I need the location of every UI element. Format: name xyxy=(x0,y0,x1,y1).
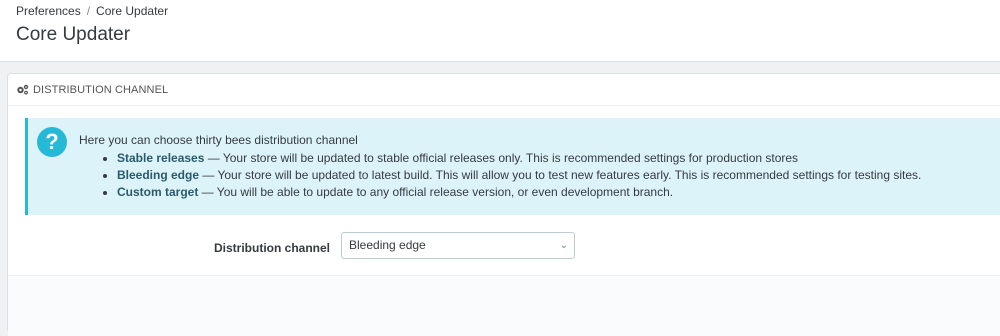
list-item-title: Bleeding edge xyxy=(117,168,200,182)
list-item-text: — You will be able to update to any offi… xyxy=(198,185,674,199)
breadcrumb-preferences-link[interactable]: Preferences xyxy=(16,4,81,18)
list-item: Custom target — You will be able to upda… xyxy=(117,184,921,201)
alert-intro-text: Here you can choose thirty bees distribu… xyxy=(79,133,358,147)
page-title: Core Updater xyxy=(16,24,131,45)
list-item-text: — Your store will be updated to latest b… xyxy=(199,168,922,182)
panel-heading-label: DISTRIBUTION CHANNEL xyxy=(33,83,169,96)
list-item-title: Custom target xyxy=(117,185,199,199)
channel-description-list: Stable releases — Your store will be upd… xyxy=(101,150,921,201)
distribution-channel-row: Distribution channel Bleeding edge ⌄ xyxy=(8,231,1000,267)
list-item-title: Stable releases xyxy=(117,151,205,165)
question-icon: ? xyxy=(37,127,67,157)
panel-heading: DISTRIBUTION CHANNEL xyxy=(8,74,1000,106)
breadcrumb-separator: / xyxy=(86,4,91,18)
breadcrumb: Preferences / Core Updater xyxy=(16,4,168,18)
cogs-icon xyxy=(17,84,29,95)
distribution-channel-label: Distribution channel xyxy=(213,241,330,255)
select-value: Bleeding edge xyxy=(349,238,426,252)
breadcrumb-current: Core Updater xyxy=(96,4,169,18)
chevron-down-icon: ⌄ xyxy=(559,240,568,251)
list-item: Stable releases — Your store will be upd… xyxy=(117,150,921,167)
page-header: Preferences / Core Updater Core Updater xyxy=(0,0,1000,62)
distribution-channel-select[interactable]: Bleeding edge ⌄ xyxy=(341,232,575,259)
distribution-channel-panel: DISTRIBUTION CHANNEL ? Here you can choo… xyxy=(7,73,1000,336)
list-item-text: — Your store will be updated to stable o… xyxy=(204,151,799,165)
panel-footer xyxy=(8,276,1000,336)
info-alert: ? Here you can choose thirty bees distri… xyxy=(25,118,1000,215)
list-item: Bleeding edge — Your store will be updat… xyxy=(117,167,921,184)
